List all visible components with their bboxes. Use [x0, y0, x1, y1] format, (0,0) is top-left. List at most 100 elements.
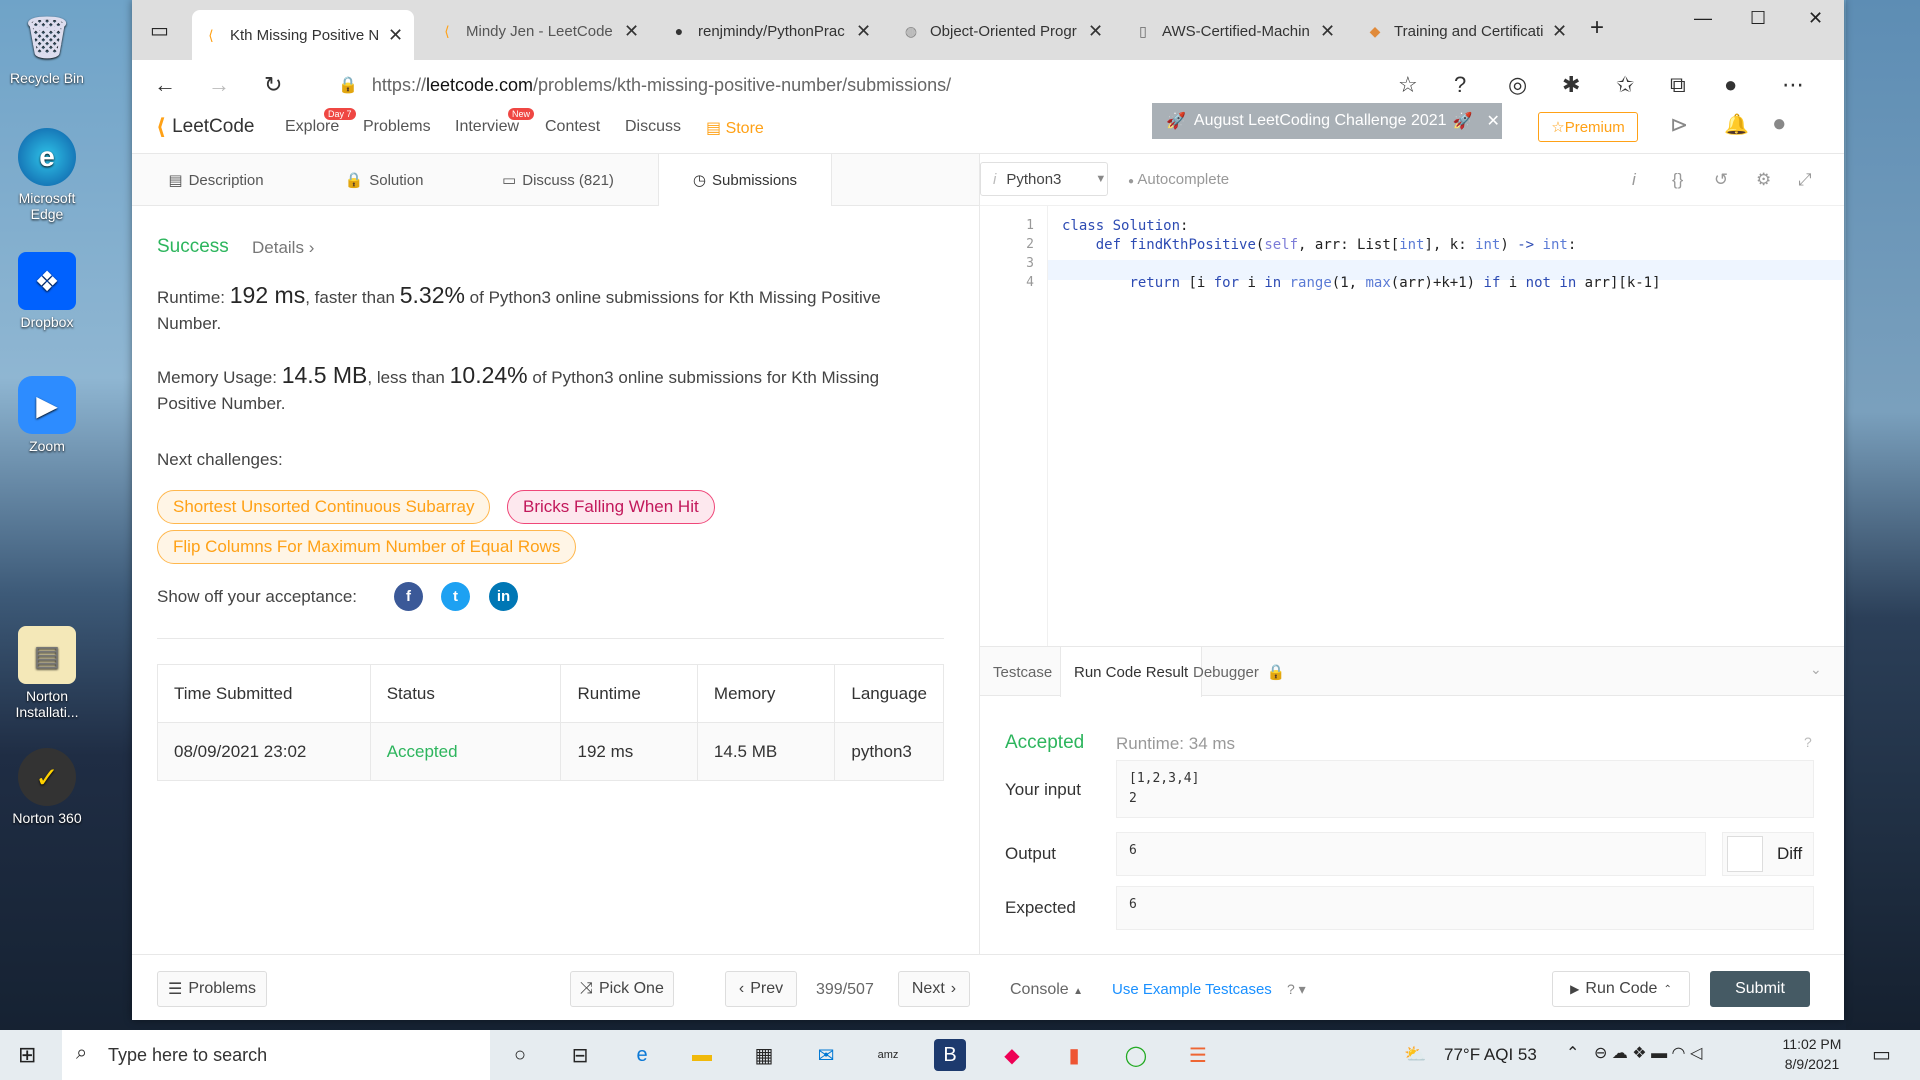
settings-icon[interactable]: ⚙	[1756, 170, 1771, 190]
close-tab-icon[interactable]: ✕	[856, 21, 871, 42]
close-tab-icon[interactable]: ✕	[1320, 21, 1335, 42]
pick-one-button[interactable]: ⤨ Pick One	[570, 971, 674, 1007]
collections-icon[interactable]: ⧉	[1670, 72, 1686, 98]
amazon-icon[interactable]: amz	[872, 1039, 904, 1071]
braces-icon[interactable]: {}	[1672, 170, 1683, 190]
nav-interview[interactable]: Interview	[455, 118, 519, 136]
recycle-bin-icon[interactable]: 🗑 Recycle Bin	[4, 8, 90, 87]
circle-app-icon[interactable]: ◯	[1120, 1039, 1152, 1071]
leetcode-logo[interactable]: ⟨ LeetCode	[156, 114, 254, 140]
tab-solution[interactable]: 🔒 Solution	[300, 154, 468, 206]
tab-debugger[interactable]: Debugger 🔒	[1180, 647, 1299, 697]
mail-icon[interactable]: ✉	[810, 1039, 842, 1071]
tab-leetcode-profile[interactable]: ⟨ Mindy Jen - LeetCode ✕	[428, 12, 650, 50]
close-tab-icon[interactable]: ✕	[1552, 21, 1567, 42]
favorites-icon[interactable]: ✩	[1616, 72, 1634, 98]
tray-icons[interactable]: ⊖ ☁ ❖ ▬ ◠ ◁	[1594, 1043, 1702, 1063]
clock[interactable]: 11:02 PM 8/9/2021	[1780, 1036, 1844, 1072]
cortana-icon[interactable]: ○	[504, 1039, 536, 1071]
windows-start-icon[interactable]: ⊞	[18, 1042, 36, 1068]
task-view-icon[interactable]: ⊟	[564, 1039, 596, 1071]
dropbox-desktop-icon[interactable]: ❖ Dropbox	[4, 252, 90, 330]
help-icon[interactable]: ?	[1804, 734, 1812, 750]
nav-store[interactable]: ▤ Store	[706, 118, 764, 138]
console-toggle[interactable]: Console ▲	[1010, 981, 1083, 999]
nav-contest[interactable]: Contest	[545, 118, 600, 136]
tab-leetcode-problem[interactable]: ⟨ Kth Missing Positive Nu ✕	[192, 10, 414, 60]
refresh-icon[interactable]: ↻	[264, 72, 282, 98]
tab-oop[interactable]: ◍ Object-Oriented Progr ✕	[892, 12, 1114, 50]
tab-github[interactable]: ● renjmindy/PythonPrac ✕	[660, 12, 882, 50]
user-avatar-icon[interactable]: ●	[1772, 110, 1787, 138]
fullscreen-icon[interactable]: ⤢	[1798, 170, 1812, 190]
new-tab-icon[interactable]: +	[1590, 14, 1604, 42]
notification-bell-icon[interactable]: 🔔	[1724, 112, 1749, 137]
minimize-icon[interactable]: —	[1694, 8, 1712, 29]
help-extension-icon[interactable]: ?	[1454, 72, 1466, 98]
back-icon[interactable]: ←	[154, 72, 176, 98]
next-button[interactable]: Next ›	[898, 971, 970, 1007]
cell-status-link[interactable]: Accepted	[369, 722, 562, 781]
premium-button[interactable]: ☆ Premium	[1538, 112, 1638, 142]
more-icon[interactable]: ⋯	[1782, 72, 1804, 98]
maximize-icon[interactable]: ☐	[1750, 8, 1766, 29]
problems-button[interactable]: ☰ Problems	[157, 971, 267, 1007]
close-tab-icon[interactable]: ✕	[388, 25, 403, 46]
tab-testcase[interactable]: Testcase	[980, 647, 1065, 697]
diff-toggle[interactable]: Diff	[1722, 832, 1814, 876]
language-select[interactable]: i Python3 ▼	[980, 162, 1108, 196]
tab-submissions[interactable]: ◷ Submissions	[658, 154, 832, 206]
linkedin-icon[interactable]: in	[489, 582, 518, 611]
puzzle-icon[interactable]: ✱	[1562, 72, 1580, 98]
colorful-app-icon[interactable]: ◆	[996, 1039, 1028, 1071]
b-app-icon[interactable]: B	[934, 1039, 966, 1071]
close-banner-icon[interactable]: ✕	[1486, 111, 1499, 131]
file-explorer-icon[interactable]: ▬	[686, 1039, 718, 1071]
use-example-testcases-link[interactable]: Use Example Testcases	[1112, 981, 1272, 998]
challenge-banner[interactable]: 🚀 August LeetCoding Challenge 2021 🚀 ✕	[1152, 103, 1502, 139]
store-icon[interactable]: ▦	[748, 1039, 780, 1071]
forward-icon[interactable]: →	[208, 72, 230, 98]
info-icon[interactable]: i	[1632, 170, 1636, 190]
taskbar-search[interactable]: ⌕ Type here to search	[62, 1030, 490, 1080]
tab-training[interactable]: ◆ Training and Certificati ✕	[1356, 12, 1578, 50]
tab-description[interactable]: ▤ Description	[132, 154, 300, 206]
norton-360-icon[interactable]: ✓ Norton 360	[4, 748, 90, 826]
profile-icon[interactable]: ●	[1724, 72, 1737, 98]
zoom-desktop-icon[interactable]: ▶ Zoom	[4, 376, 90, 454]
weather-text[interactable]: 77°F AQI 53	[1444, 1045, 1537, 1065]
details-link[interactable]: Details ›	[252, 238, 314, 258]
challenge-chip[interactable]: Shortest Unsorted Continuous Subarray	[157, 490, 491, 524]
edge-taskbar-icon[interactable]: e	[626, 1039, 658, 1071]
challenge-chip[interactable]: Flip Columns For Maximum Number of Equal…	[157, 530, 577, 564]
notification-center-icon[interactable]: ▭	[1872, 1042, 1891, 1067]
autocomplete-toggle[interactable]: ● Autocomplete	[1128, 171, 1229, 188]
prev-button[interactable]: ‹ Prev	[725, 971, 797, 1007]
collapse-chevron-icon[interactable]: ⌄	[1810, 661, 1822, 678]
favorite-add-icon[interactable]: ☆	[1398, 72, 1418, 98]
close-tab-icon[interactable]: ✕	[1088, 21, 1103, 42]
tab-aws[interactable]: ▯ AWS-Certified-Machin ✕	[1124, 12, 1346, 50]
code-editor[interactable]: 1 2 3 4 class Solution: def findKthPosit…	[980, 206, 1844, 646]
nav-explore[interactable]: Explore	[285, 118, 339, 136]
nav-discuss[interactable]: Discuss	[625, 118, 681, 136]
tray-chevron-icon[interactable]: ⌃	[1566, 1043, 1579, 1063]
help-dropdown-icon[interactable]: ? ▾	[1287, 981, 1306, 998]
table-row[interactable]: 08/09/2021 23:02 Accepted 192 ms 14.5 MB…	[157, 722, 944, 781]
close-tab-icon[interactable]: ✕	[624, 21, 639, 42]
twitter-icon[interactable]: t	[441, 582, 470, 611]
orange-app-icon[interactable]: ☰	[1182, 1039, 1214, 1071]
run-code-button[interactable]: ▶ Run Code ⌃	[1552, 971, 1690, 1007]
edge-desktop-icon[interactable]: e Microsoft Edge	[4, 128, 90, 222]
tab-actions-icon[interactable]: ▭	[150, 18, 169, 43]
reset-icon[interactable]: ↺	[1714, 170, 1728, 190]
playground-icon[interactable]: ⊳	[1670, 112, 1688, 138]
office-icon[interactable]: ▮	[1058, 1039, 1090, 1071]
close-window-icon[interactable]: ✕	[1808, 8, 1823, 29]
challenge-chip[interactable]: Bricks Falling When Hit	[507, 490, 715, 524]
submit-button[interactable]: Submit	[1710, 971, 1810, 1007]
tab-discuss[interactable]: ▭ Discuss (821)	[468, 154, 648, 206]
nav-problems[interactable]: Problems	[363, 118, 431, 136]
norton-installer-icon[interactable]: ▤ Norton Installati...	[4, 626, 90, 720]
facebook-icon[interactable]: f	[394, 582, 423, 611]
